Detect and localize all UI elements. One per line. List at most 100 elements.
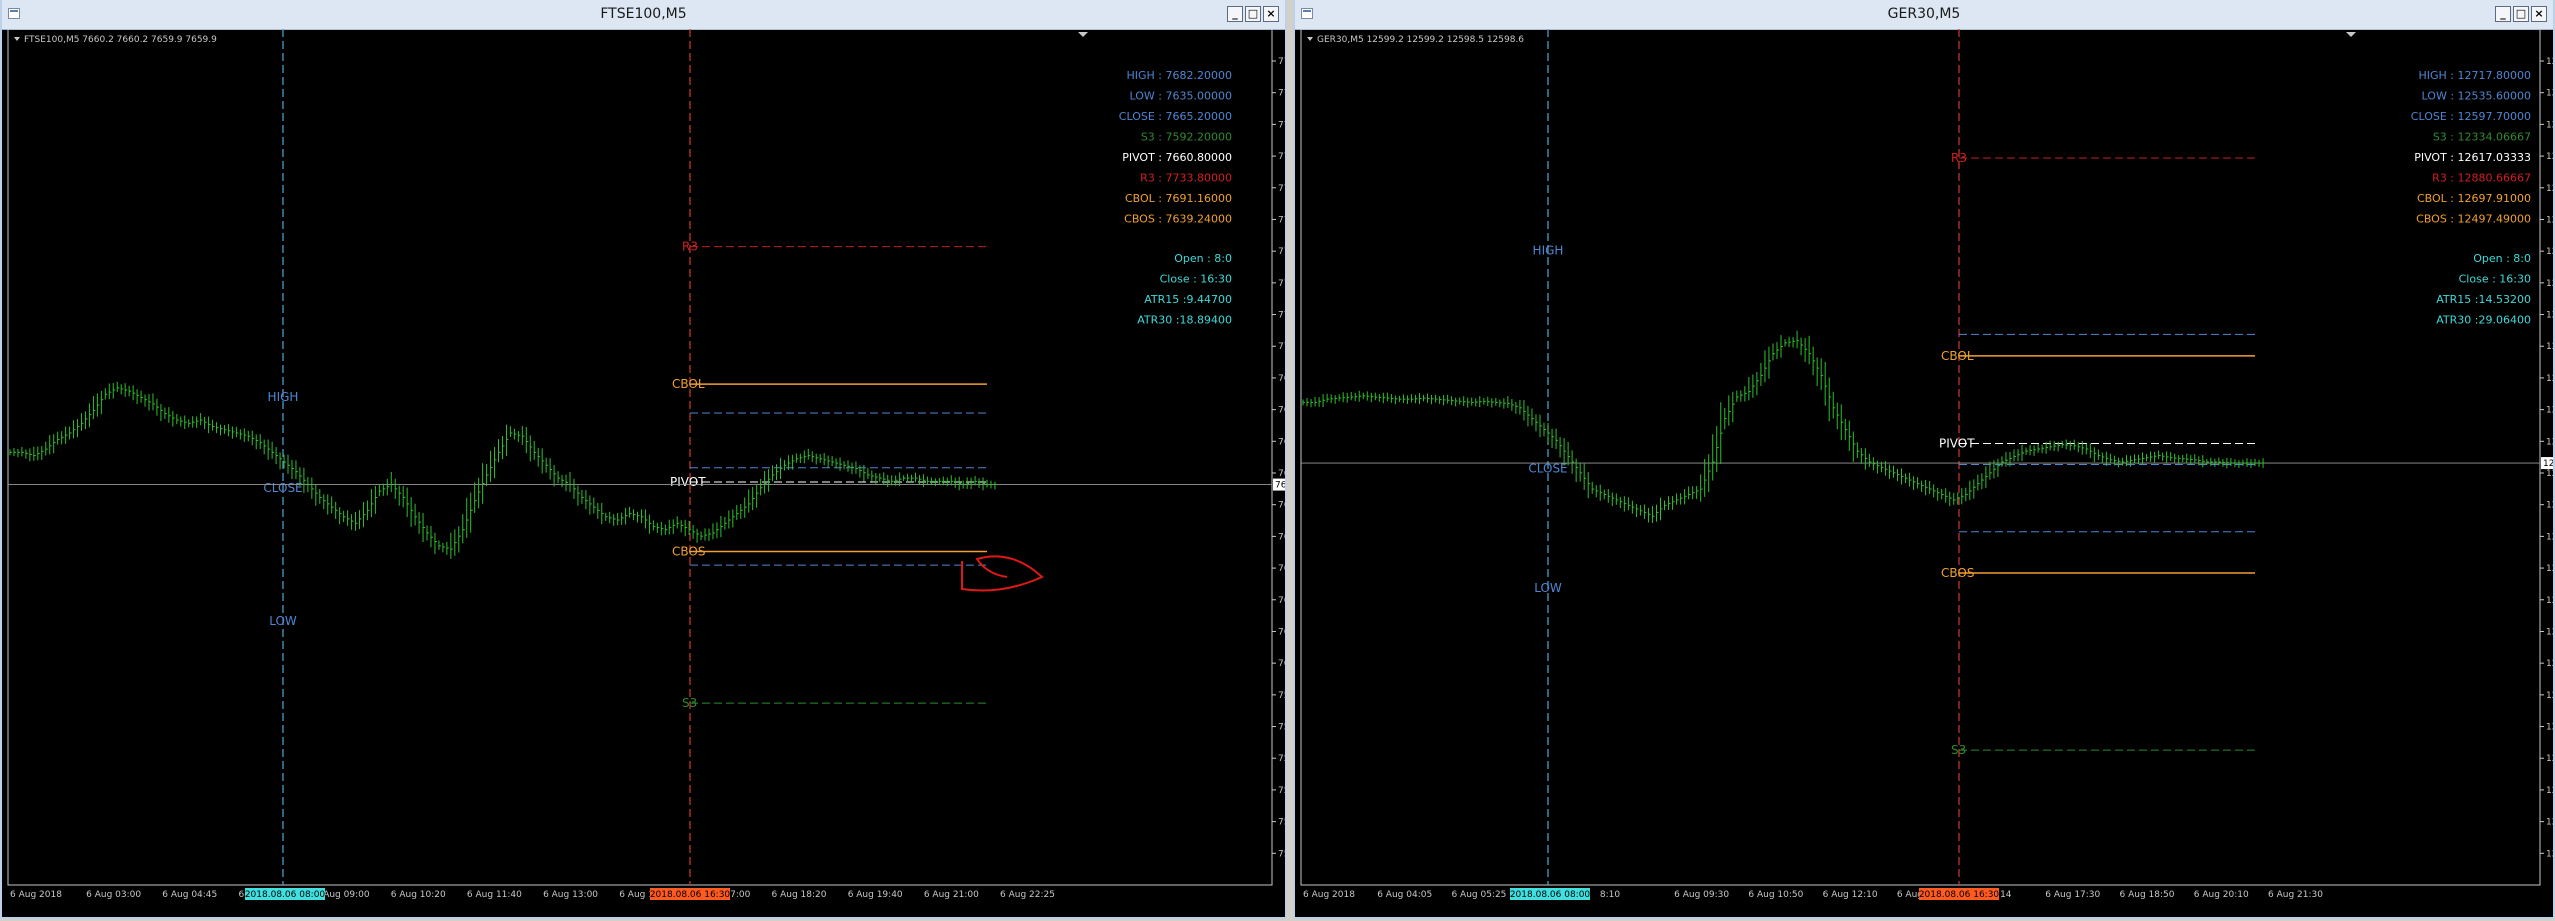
close-button[interactable]: × <box>1263 6 1279 22</box>
session-info-text: ATR15 :14.53200 <box>2436 293 2531 306</box>
price-axis-label: 12466.0 <box>2546 596 2553 606</box>
session-info-text: Close : 16:30 <box>2459 273 2531 286</box>
chart-window-ger30[interactable]: GER30,M5 _ □ × GER30,M5 12599.2 12599.2 … <box>1293 0 2555 919</box>
close-button[interactable]: × <box>2531 6 2547 22</box>
price-axis-label: 12793.5 <box>2546 247 2553 257</box>
scroll-marker-icon <box>1078 32 1088 37</box>
price-axis-label: 7712.0 <box>1278 311 1285 321</box>
level-info-text: CBOL : 12697.91000 <box>2417 192 2531 205</box>
time-axis-label: 6 Aug 20:10 <box>2194 890 2249 900</box>
window-titlebar[interactable]: FTSE100,M5 _ □ × <box>2 0 1285 30</box>
price-axis-label: 12317.5 <box>2546 754 2553 764</box>
price-axis-label: 7572.0 <box>1278 754 1285 764</box>
minimize-button[interactable]: _ <box>2495 6 2511 22</box>
time-highlight-open: 2018.08.06 08:00 <box>1510 890 1591 900</box>
hand-drawn-arrow-annotation <box>961 555 1044 592</box>
time-axis-label: 6 Aug 12:10 <box>1823 890 1878 900</box>
session-info-text: ATR15 :9.44700 <box>1144 293 1232 306</box>
price-axis-label: 7732.0 <box>1278 247 1285 257</box>
session-low-label: LOW <box>269 614 297 628</box>
window-titlebar[interactable]: GER30,M5 _ □ × <box>1295 0 2553 30</box>
price-chart[interactable]: GER30,M5 12599.2 12599.2 12598.5 12598.6… <box>1295 28 2555 917</box>
level-info-text: R3 : 7733.80000 <box>1140 172 1232 185</box>
price-series <box>9 381 997 559</box>
cbos-label: CBOS <box>672 544 705 558</box>
symbol-info-line: GER30,M5 12599.2 12599.2 12598.5 12598.6 <box>1317 35 1524 45</box>
price-axis-label: 7542.0 <box>1278 849 1285 859</box>
price-axis-label: 12406.5 <box>2546 659 2553 669</box>
maximize-button[interactable]: □ <box>1245 6 1261 22</box>
time-axis-label: 6 Aug 19:40 <box>848 890 903 900</box>
level-info-text: CBOL : 7691.16000 <box>1125 192 1232 205</box>
session-high-label: HIGH <box>268 390 299 404</box>
level-info-text: S3 : 7592.20000 <box>1141 131 1232 144</box>
price-axis-label: 7552.0 <box>1278 818 1285 828</box>
price-axis-label: 12883.0 <box>2546 152 2553 162</box>
price-axis-label: 7592.0 <box>1278 691 1285 701</box>
time-axis-label: 6 Aug 22:25 <box>1000 890 1055 900</box>
chart-window-ftse100[interactable]: FTSE100,M5 _ □ × FTSE100,M5 7660.2 7660.… <box>0 0 1311 919</box>
scroll-marker-icon <box>2346 32 2356 37</box>
price-axis-label: 12377.0 <box>2546 691 2553 701</box>
price-axis-label: 7622.0 <box>1278 596 1285 606</box>
price-axis-label: 7782.0 <box>1278 89 1285 99</box>
level-info-text: S3 : 12334.06667 <box>2433 131 2531 144</box>
level-info-text: CBOS : 12497.49000 <box>2416 213 2531 226</box>
price-axis-label: 12525.5 <box>2546 532 2553 542</box>
price-axis-label: 7652.0 <box>1278 501 1285 511</box>
price-axis-label: 7562.0 <box>1278 786 1285 796</box>
time-axis-label: 6 Aug 13:00 <box>543 890 598 900</box>
minimize-button[interactable]: _ <box>1227 6 1243 22</box>
window-title: GER30,M5 <box>1887 6 1961 22</box>
symbol-info-line: FTSE100,M5 7660.2 7660.2 7659.9 7659.9 <box>24 35 217 45</box>
chart-canvas[interactable]: FTSE100,M5 7660.2 7660.2 7659.9 7659.9 7 7… <box>2 28 1311 917</box>
price-axis-label: 7582.0 <box>1278 723 1285 733</box>
price-axis-label: 12258.0 <box>2546 818 2553 828</box>
level-info-text: CLOSE : 12597.70000 <box>2411 110 2531 123</box>
session-close-label: CLOSE <box>1528 461 1567 475</box>
session-low-label: LOW <box>1534 581 1562 595</box>
time-axis-label: 6 Aug 04:05 <box>1377 890 1432 900</box>
session-info-text: ATR30 :29.06400 <box>2436 314 2531 327</box>
time-highlight-close: 2018.08.06 16:30 <box>650 890 731 900</box>
price-axis-label: 7662.0 <box>1278 469 1285 479</box>
time-highlight-close: 2018.08.06 16:30 <box>1919 890 2000 900</box>
price-axis-label: 7642.0 <box>1278 532 1285 542</box>
maximize-button[interactable]: □ <box>2513 6 2529 22</box>
price-axis-label: 12228.0 <box>2546 849 2553 859</box>
pivot-label: PIVOT <box>1939 437 1975 451</box>
price-axis-label: 12942.5 <box>2546 89 2553 99</box>
price-axis-label: 7722.0 <box>1278 279 1285 289</box>
s3-label: S3 <box>1951 743 1966 757</box>
pivot-label: PIVOT <box>670 475 706 489</box>
level-info-text: HIGH : 12717.80000 <box>2419 69 2532 82</box>
price-axis-label: 12764.0 <box>2546 279 2553 289</box>
time-axis-label: 8:10 <box>1600 890 1620 900</box>
price-axis-label: 7752.0 <box>1278 184 1285 194</box>
session-close-label: CLOSE <box>263 481 302 495</box>
level-info-text: CBOS : 7639.24000 <box>1124 213 1232 226</box>
price-axis-label: 12347.0 <box>2546 723 2553 733</box>
time-axis-label: 6 Aug 17:30 <box>2045 890 2100 900</box>
price-axis-label: 12704.0 <box>2546 342 2553 352</box>
r3-label: R3 <box>682 240 698 254</box>
window-title: FTSE100,M5 <box>600 6 687 22</box>
price-axis-label: 12644.5 <box>2546 406 2553 416</box>
time-axis-label: 6 Aug 05:25 <box>1451 890 1506 900</box>
session-info-text: ATR30 :18.89400 <box>1137 314 1232 327</box>
price-axis-label: 7762.0 <box>1278 152 1285 162</box>
price-axis-label: 7602.0 <box>1278 659 1285 669</box>
time-axis-label: 6 Aug 03:00 <box>86 890 141 900</box>
price-axis-label: 12972.0 <box>2546 57 2553 67</box>
price-axis-label: 12436.5 <box>2546 627 2553 637</box>
chart-canvas[interactable]: GER30,M5 12599.2 12599.2 12598.5 12598.6… <box>1295 28 2555 917</box>
current-price-label: 7659.9 <box>1275 481 1285 491</box>
price-axis-label: 12555.5 <box>2546 501 2553 511</box>
time-highlight-open: 2018.08.06 08:00 <box>245 890 326 900</box>
time-axis-label: 6 Aug 2018 <box>1303 890 1355 900</box>
price-axis-label: 12674.5 <box>2546 374 2553 384</box>
cbol-label: CBOL <box>672 377 705 391</box>
price-axis-label: 7792.0 <box>1278 57 1285 67</box>
level-info-text: PIVOT : 12617.03333 <box>2414 151 2531 164</box>
price-chart[interactable]: FTSE100,M5 7660.2 7660.2 7659.9 7659.9 7 7… <box>2 28 1311 917</box>
